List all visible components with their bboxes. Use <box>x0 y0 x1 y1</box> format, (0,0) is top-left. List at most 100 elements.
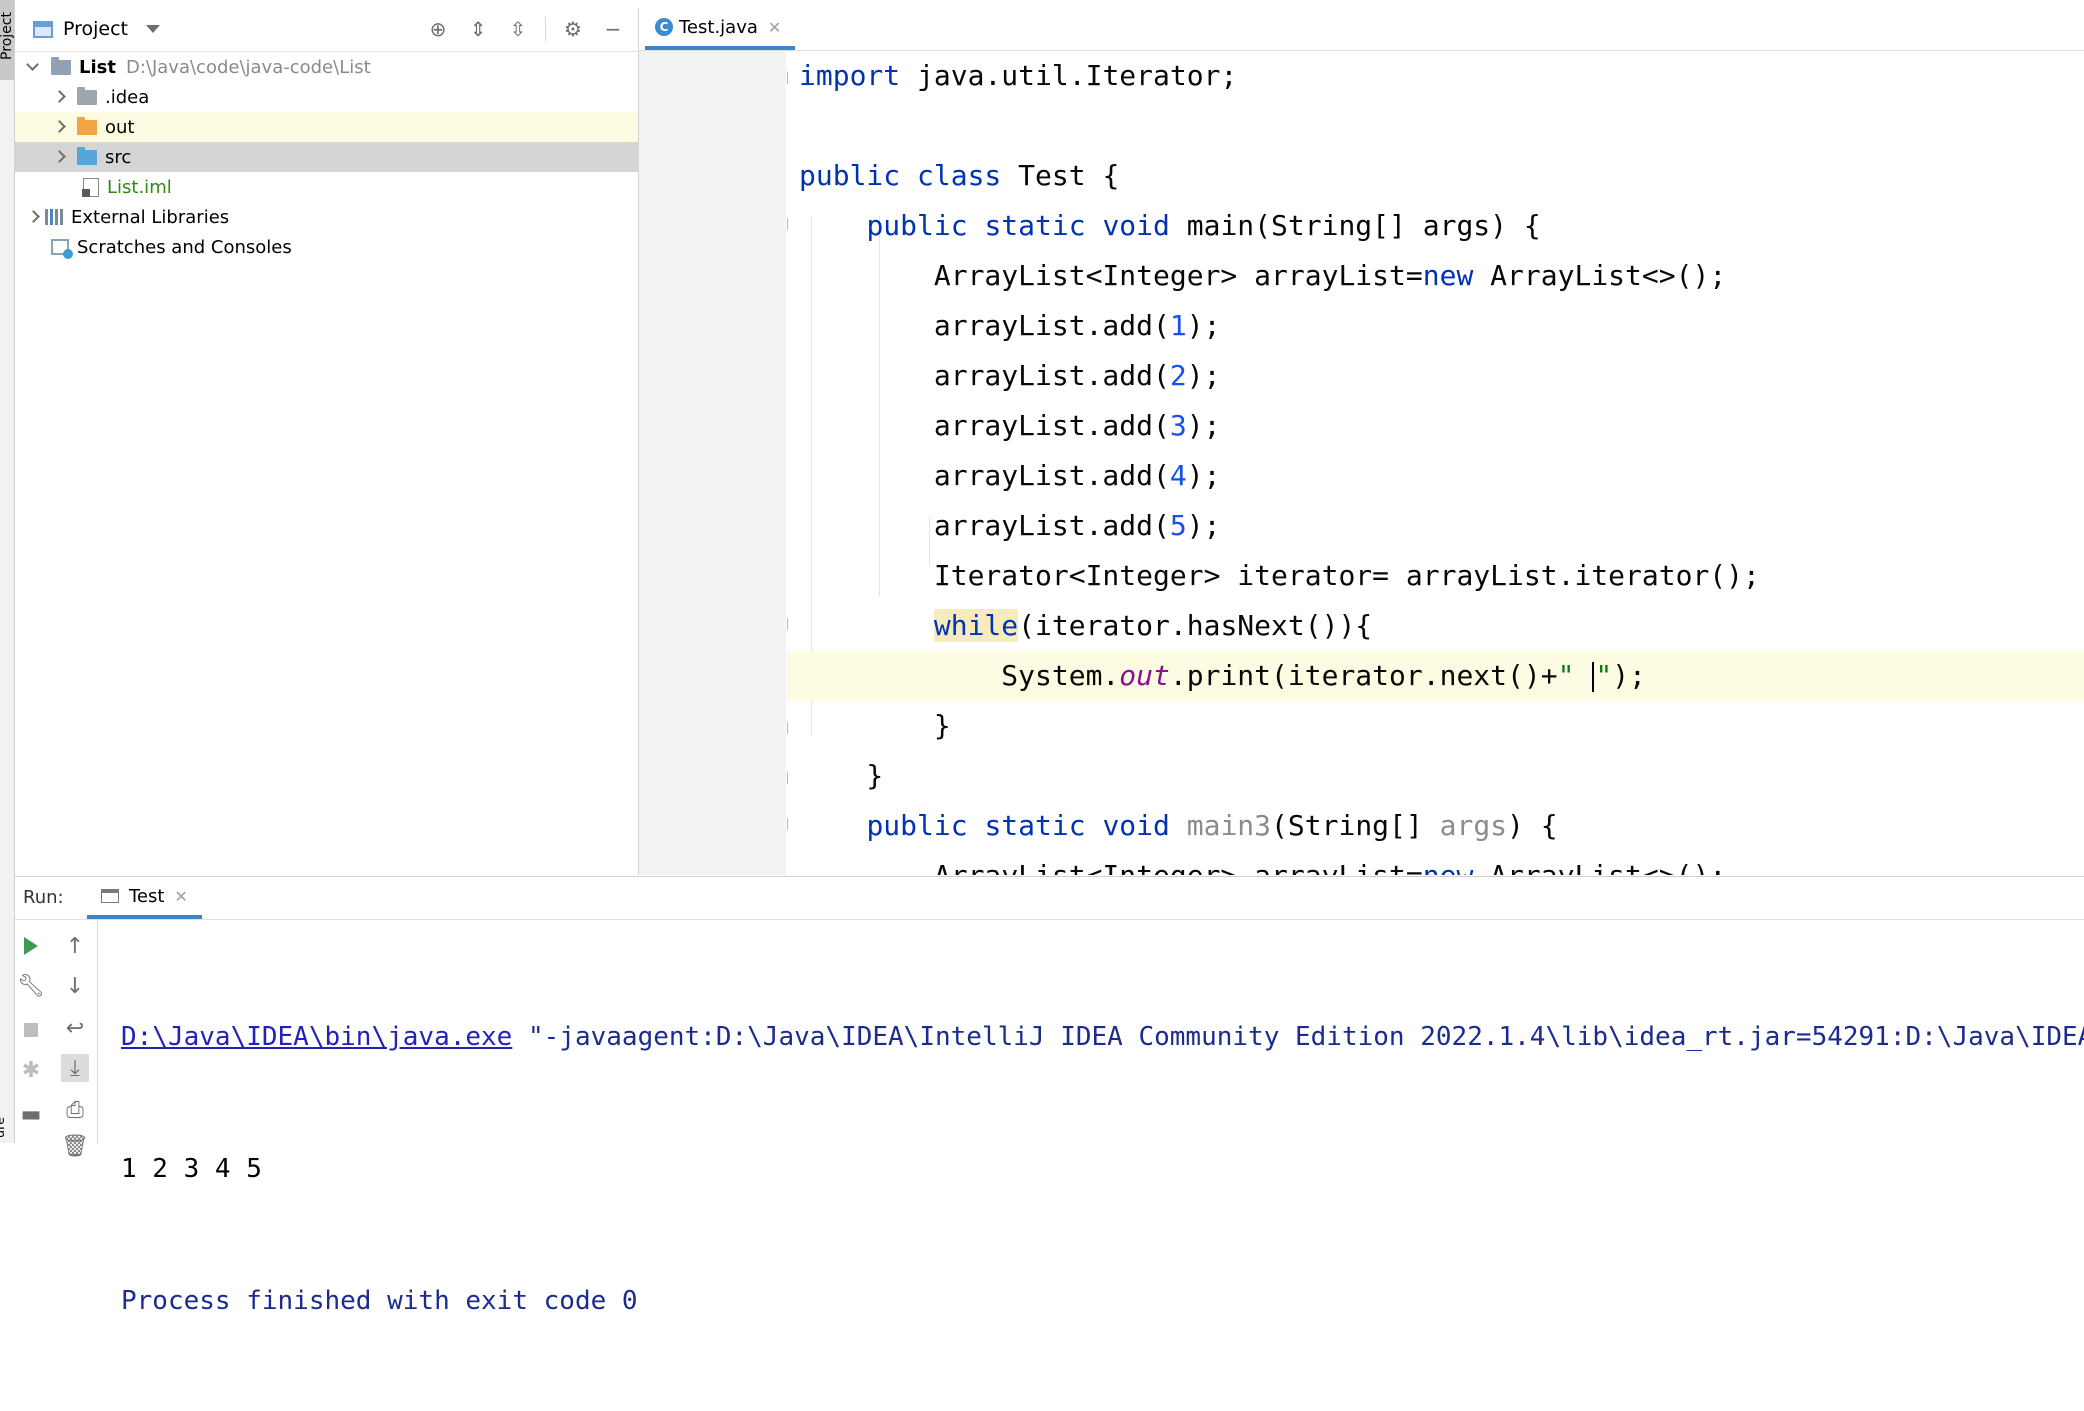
tree-item-scratches[interactable]: Scratches and Consoles <box>15 232 638 262</box>
expand-all-button[interactable]: ⇕ <box>465 16 491 42</box>
java-class-icon: C <box>655 18 673 36</box>
tree-item-label: Scratches and Consoles <box>77 236 292 258</box>
layout-button[interactable]: ▬ <box>17 1100 45 1128</box>
code-text: arrayList.add(1); <box>799 309 1221 342</box>
tree-item-external-libraries[interactable]: External Libraries <box>15 202 638 232</box>
code-text: import java.util.Iterator; <box>799 59 1238 92</box>
scroll-up-button[interactable]: ↑ <box>61 932 89 960</box>
code-area[interactable]: 2 import java.util.Iterator; 3 4 public … <box>787 51 2084 875</box>
soft-wrap-button[interactable]: ↩ <box>61 1014 89 1042</box>
java-exe-link[interactable]: D:\Java\IDEA\bin\java.exe <box>121 1022 512 1052</box>
print-button[interactable]: ⎙ <box>61 1096 89 1124</box>
scroll-to-end-button[interactable]: ⤓ <box>61 1054 89 1082</box>
tab-label: Test.java <box>679 16 758 38</box>
tree-item-list-iml[interactable]: List.iml <box>15 172 638 202</box>
run-label: Run: <box>23 887 64 908</box>
code-text: public static void main(String[] args) { <box>866 209 1541 242</box>
fold-icon[interactable] <box>787 818 788 834</box>
edit-config-button[interactable]: 🔧︎ <box>17 972 45 1000</box>
folder-icon <box>77 86 97 105</box>
project-tool-tab[interactable]: Project <box>0 0 15 80</box>
crosshair-icon: ⊕ <box>429 17 447 41</box>
chevron-right-icon[interactable] <box>27 211 39 223</box>
tree-item-idea[interactable]: .idea <box>15 82 638 112</box>
tree-item-label: .idea <box>105 86 150 108</box>
debug-button[interactable]: ✱ <box>17 1056 45 1084</box>
code-text: ArrayList<Integer> arrayList=new ArrayLi… <box>799 259 1727 292</box>
collapse-all-icon: ⇳ <box>509 17 527 41</box>
options-button[interactable]: ⚙ <box>560 16 586 42</box>
stop-button[interactable] <box>17 1016 45 1044</box>
rerun-button[interactable] <box>17 932 45 960</box>
fold-icon[interactable] <box>787 68 788 84</box>
project-view-selector[interactable]: Project <box>33 18 161 40</box>
code-text: arrayList.add(3); <box>799 409 1221 442</box>
chevron-down-icon[interactable] <box>27 61 39 73</box>
chevron-right-icon[interactable] <box>53 121 65 133</box>
project-panel-title: Project <box>63 18 129 40</box>
run-tab-test[interactable]: Test ✕ <box>87 877 202 919</box>
fold-icon[interactable] <box>787 618 788 634</box>
code-line-14: 14 System.out.print(iterator.next()+" ")… <box>787 651 2084 701</box>
code-text: System.out.print(iterator.next()+" "); <box>799 659 1646 692</box>
close-icon[interactable]: ✕ <box>174 887 187 906</box>
code-line-13: 13 while(iterator.hasNext()){ <box>787 601 2084 651</box>
arrow-down-icon: ↓ <box>65 973 85 999</box>
close-icon[interactable]: ✕ <box>768 18 781 37</box>
command-args: "-javaagent:D:\Java\IDEA\IntelliJ IDEA C… <box>512 1022 2084 1052</box>
iml-file-icon <box>82 177 99 197</box>
tree-item-label: src <box>105 146 132 168</box>
printer-icon: ⎙ <box>66 1097 84 1123</box>
trash-icon: 🗑︎ <box>61 1133 89 1159</box>
hide-panel-button[interactable]: − <box>600 16 626 42</box>
source-folder-icon <box>77 146 97 165</box>
toolbar-divider <box>545 17 546 41</box>
code-line-9: 9 arrayList.add(3); <box>787 401 2084 451</box>
scroll-down-button[interactable]: ↓ <box>61 972 89 1000</box>
tree-item-out[interactable]: out <box>15 112 638 142</box>
code-line-18: 18 ArrayList<Integer> arrayList=new Arra… <box>787 851 2084 875</box>
code-text: public static void main3(String[] args) … <box>866 809 1558 842</box>
console-output[interactable]: D:\Java\IDEA\bin\java.exe "-javaagent:D:… <box>121 927 2084 1411</box>
fold-icon[interactable] <box>787 218 788 234</box>
code-text: arrayList.add(4); <box>799 459 1221 492</box>
select-opened-file-button[interactable]: ⊕ <box>425 16 451 42</box>
collapse-all-button[interactable]: ⇳ <box>505 16 531 42</box>
fold-icon[interactable] <box>787 718 788 734</box>
tree-item-src[interactable]: src <box>15 142 638 172</box>
wrap-icon: ↩ <box>65 1015 85 1041</box>
code-line-15: 15 } <box>787 701 2084 751</box>
tree-item-path: D:\Java\code\java-code\List <box>125 56 371 78</box>
tree-item-label: External Libraries <box>71 206 230 228</box>
structure-tool-tab[interactable]: ure <box>0 1110 14 1143</box>
run-panel: Run: Test ✕ 🔧︎ ✱ ▬ ↑ ↓ ↩ ⤓ ⎙ 🗑︎ D:\Java\… <box>15 876 2084 1316</box>
clear-button[interactable]: 🗑︎ <box>61 1132 89 1160</box>
editor-gutter <box>639 51 786 875</box>
code-line-11: 11 arrayList.add(5); <box>787 501 2084 551</box>
exit-message: Process finished with exit code 0 <box>121 1286 638 1316</box>
code-text: arrayList.add(5); <box>799 509 1221 542</box>
tree-item-label: out <box>105 116 135 138</box>
module-folder-icon <box>51 56 71 75</box>
code-line-2: 2 import java.util.Iterator; <box>787 51 2084 101</box>
editor-tab-bar: C Test.java ✕ <box>639 8 2084 51</box>
project-panel-header: Project ⊕ ⇕ ⇳ ⚙ − <box>15 8 638 52</box>
layout-icon: ▬ <box>20 1101 42 1127</box>
code-line-5: 5 public static void main(String[] args)… <box>787 201 2084 251</box>
code-line-3: 3 <box>787 101 2084 151</box>
tab-test-java[interactable]: C Test.java ✕ <box>645 8 796 50</box>
code-line-10: 10 arrayList.add(4); <box>787 451 2084 501</box>
code-line-6: 6 ArrayList<Integer> arrayList=new Array… <box>787 251 2084 301</box>
tree-item-label: List.iml <box>107 176 172 198</box>
code-line-16: 16 } <box>787 751 2084 801</box>
wrench-icon: 🔧︎ <box>17 973 45 999</box>
play-icon <box>24 937 38 955</box>
chevron-right-icon[interactable] <box>53 91 65 103</box>
tree-item-label: List <box>79 56 116 78</box>
code-text: } <box>799 759 884 792</box>
fold-icon[interactable] <box>787 768 788 784</box>
code-line-17: 17 public static void main3(String[] arg… <box>787 801 2084 851</box>
tree-item-list[interactable]: List D:\Java\code\java-code\List <box>15 52 638 82</box>
chevron-right-icon[interactable] <box>53 151 65 163</box>
code-line-8: 8 arrayList.add(2); <box>787 351 2084 401</box>
